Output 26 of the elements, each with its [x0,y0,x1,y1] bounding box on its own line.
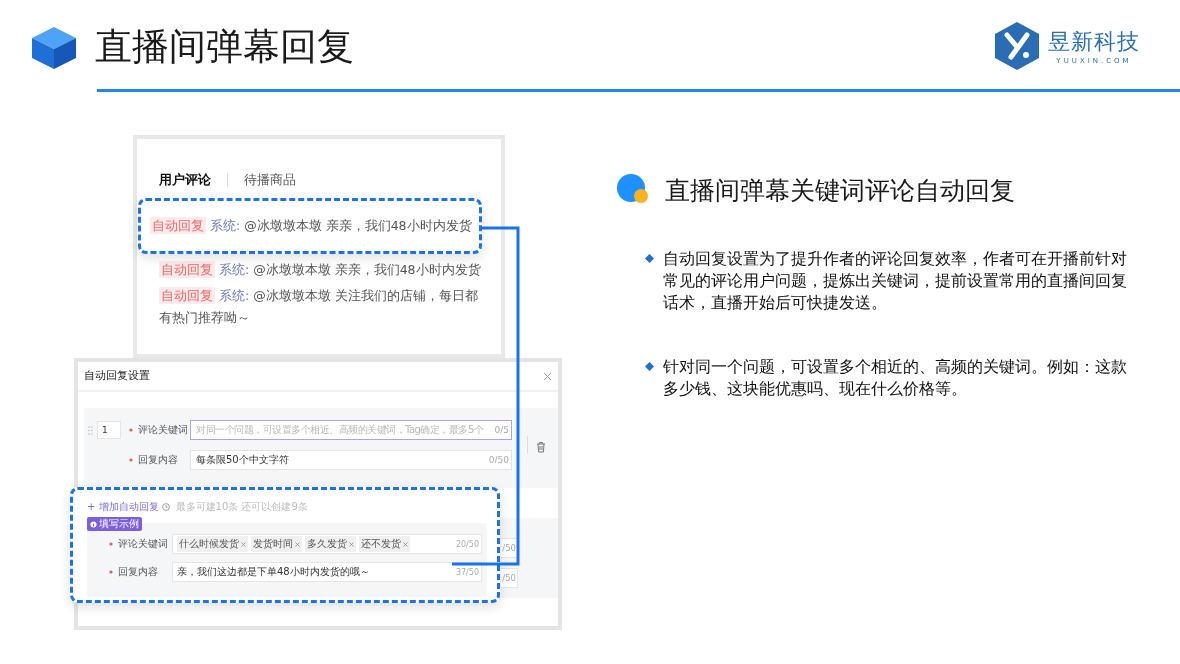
reply-input[interactable]: 每条限50个中文字符 0/50 [190,450,512,470]
field-label: 回复内容 [138,453,179,467]
field-label: 评论关键词 [138,423,189,437]
keyword-tag[interactable]: 什么时候发货 [177,536,248,552]
bullet-text: 针对同一个问题，可设置多个相近的、高频的关键词。例如：这款多少钱、这块能优惠吗、现在什么价格等。 [663,357,1128,400]
tab[interactable]: 待播商品 [244,171,296,189]
keyword-input[interactable]: 什么时候发货 发货时间 多久发货 还不发货 20/50 [172,534,482,554]
section-heading: 直播间弹幕关键词评论自动回复 [665,174,1015,207]
tab[interactable]: 用户评论 [159,171,211,189]
slide-title: 直播间弹幕回复 [95,24,354,70]
field-label: 回复内容 [118,565,159,579]
comment-text: 自动回复 系统: @冰墩墩本墩 亲亲，我们48小时内发货 [150,216,472,236]
dialog-title: 自动回复设置 [84,369,150,383]
keyword-tag[interactable]: 还不发货 [359,536,410,552]
example-badge: 填写示例 [87,517,142,531]
bullet-text: 自动回复设置为了提升作者的评论回复效率，作者可在开播前针对常见的评论用户问题，提炼出关键词，提前设置常用的直播间回复话术，直播开始后可快捷发送。 [663,249,1128,314]
keyword-tag[interactable]: 多久发货 [305,536,356,552]
keyword-tag[interactable]: 发货时间 [251,536,302,552]
count-text: /50 [501,568,518,588]
index-field[interactable]: 1 [97,421,121,439]
logo-name: 昱新科技 [1048,28,1140,56]
comment-text: 自动回复 系统: @冰墩墩本墩 关注我们的店铺，每日都有热门推荐呦～ [159,286,479,327]
comment-text: 自动回复 系统: @冰墩墩本墩 亲亲，我们48小时内发货 [159,260,481,280]
add-reply-link[interactable]: + 增加自动回复 [87,500,159,514]
field-label: 评论关键词 [118,537,169,551]
reply-input[interactable]: 亲，我们这边都是下单48小时内发货的哦～ 37/50 [172,562,482,582]
